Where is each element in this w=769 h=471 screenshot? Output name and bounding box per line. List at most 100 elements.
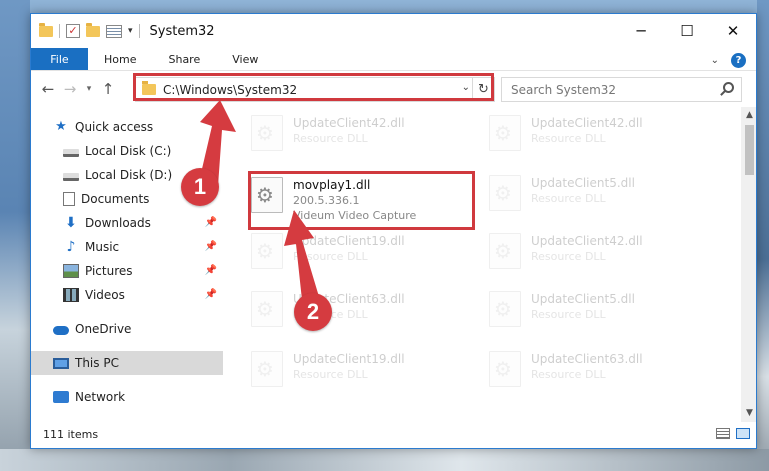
sidebar-item-label: Local Disk (D:) bbox=[85, 168, 173, 182]
file-item[interactable]: UpdateClient42.dll Resource DLL bbox=[251, 115, 405, 167]
desktop-background-right bbox=[757, 0, 769, 471]
file-type: Resource DLL bbox=[293, 250, 368, 263]
pin-icon[interactable]: 📌 bbox=[205, 289, 217, 300]
file-item-movplay1[interactable]: movplay1.dll 200.5.336.1 Videum Video Ca… bbox=[251, 177, 416, 229]
pin-icon[interactable]: 📌 bbox=[205, 265, 217, 276]
scrollbar-thumb[interactable] bbox=[745, 125, 754, 175]
sidebar-item-pictures[interactable]: Pictures 📌 bbox=[31, 259, 223, 283]
desktop-background-bottom bbox=[0, 449, 769, 471]
view-switcher bbox=[716, 428, 750, 439]
music-icon: ♪ bbox=[66, 239, 76, 255]
file-type: Resource DLL bbox=[293, 368, 368, 381]
search-placeholder: Search System32 bbox=[511, 82, 617, 97]
sidebar-item-onedrive[interactable]: OneDrive bbox=[31, 317, 223, 341]
file-item[interactable]: UpdateClient5.dll Resource DLL bbox=[489, 175, 635, 227]
chevron-down-icon[interactable]: ▾ bbox=[128, 26, 133, 36]
pin-icon[interactable]: 📌 bbox=[205, 145, 217, 156]
file-type: Resource DLL bbox=[531, 250, 606, 263]
close-button[interactable]: ✕ bbox=[710, 14, 756, 48]
disk-icon bbox=[63, 172, 79, 181]
step-badge-2: 2 bbox=[294, 293, 332, 331]
dll-file-icon bbox=[489, 233, 521, 269]
star-icon: ★ bbox=[55, 119, 67, 134]
new-folder-icon[interactable] bbox=[86, 22, 100, 37]
large-icons-view-icon[interactable] bbox=[736, 428, 750, 439]
sidebar-item-label: Downloads bbox=[85, 216, 151, 230]
sidebar-item-label: Music bbox=[85, 240, 120, 254]
sidebar-item-label: Documents bbox=[81, 192, 150, 206]
file-type: Resource DLL bbox=[531, 368, 606, 381]
vertical-scrollbar[interactable]: ▲ ▼ bbox=[741, 107, 756, 422]
file-name: movplay1.dll bbox=[293, 178, 371, 192]
file-type: Resource DLL bbox=[531, 192, 606, 205]
pin-icon[interactable]: 📌 bbox=[205, 217, 217, 228]
file-name: UpdateClient5.dll bbox=[531, 292, 635, 306]
dll-file-icon bbox=[489, 351, 521, 387]
file-name: UpdateClient63.dll bbox=[531, 352, 643, 366]
file-item[interactable]: UpdateClient63.dll Resource DLL bbox=[489, 351, 643, 403]
file-name: UpdateClient5.dll bbox=[531, 176, 635, 190]
back-arrow-icon[interactable]: ← bbox=[37, 80, 59, 98]
window-title: System32 bbox=[149, 23, 215, 39]
sidebar-item-downloads[interactable]: ⬇ Downloads 📌 bbox=[31, 211, 223, 235]
up-arrow-icon[interactable]: ↑ bbox=[97, 80, 119, 98]
file-version: 200.5.336.1 bbox=[293, 194, 360, 207]
videos-icon bbox=[63, 288, 79, 302]
tab-home[interactable]: Home bbox=[88, 48, 152, 70]
disk-icon bbox=[63, 148, 79, 157]
refresh-icon[interactable]: ↻ bbox=[472, 78, 494, 101]
network-icon bbox=[53, 391, 69, 403]
navigation-pane: ★ Quick access Local Disk (C:) 📌 Local D… bbox=[31, 107, 223, 422]
dll-file-icon bbox=[489, 115, 521, 151]
file-name: UpdateClient19.dll bbox=[293, 352, 405, 366]
file-item[interactable]: UpdateClient19.dll Resource DLL bbox=[251, 351, 405, 403]
forward-arrow-icon[interactable]: → bbox=[59, 80, 81, 98]
explorer-window: ✓ ▾ System32 ─ ☐ ✕ File Home Share View … bbox=[30, 13, 757, 449]
sidebar-item-label: This PC bbox=[75, 356, 119, 370]
properties-check-icon[interactable]: ✓ bbox=[66, 24, 80, 38]
sidebar-item-network[interactable]: Network bbox=[31, 385, 223, 409]
customize-icon[interactable] bbox=[106, 24, 122, 38]
items-count: 111 items bbox=[43, 427, 99, 441]
downloads-icon: ⬇ bbox=[65, 215, 77, 231]
help-icon[interactable]: ? bbox=[731, 52, 746, 68]
tab-file[interactable]: File bbox=[31, 48, 88, 70]
search-input[interactable]: Search System32 bbox=[501, 77, 742, 102]
maximize-button[interactable]: ☐ bbox=[664, 14, 710, 48]
sidebar-item-label: Pictures bbox=[85, 264, 133, 278]
tab-view[interactable]: View bbox=[216, 48, 274, 70]
minimize-button[interactable]: ─ bbox=[618, 14, 664, 48]
dll-file-icon bbox=[489, 291, 521, 327]
file-name: UpdateClient42.dll bbox=[293, 116, 405, 130]
file-item[interactable]: UpdateClient42.dll Resource DLL bbox=[489, 233, 643, 285]
sidebar-item-music[interactable]: ♪ Music 📌 bbox=[31, 235, 223, 259]
expand-ribbon-icon[interactable]: ⌄ bbox=[711, 55, 719, 66]
sidebar-item-label: Network bbox=[75, 390, 126, 404]
sidebar-item-this-pc[interactable]: This PC bbox=[31, 351, 223, 375]
file-name: UpdateClient19.dll bbox=[293, 234, 405, 248]
address-bar[interactable]: C:\Windows\System32 ⌄ ↻ bbox=[135, 77, 495, 102]
file-type: Resource DLL bbox=[531, 132, 606, 145]
sidebar-item-label: Local Disk (C:) bbox=[85, 144, 172, 158]
ribbon-tabs: File Home Share View ⌄ ? bbox=[31, 48, 756, 71]
file-item[interactable]: UpdateClient5.dll Resource DLL bbox=[489, 291, 635, 343]
window-controls: ─ ☐ ✕ bbox=[618, 14, 756, 48]
desktop-background-left bbox=[0, 0, 30, 471]
address-dropdown-icon[interactable]: ⌄ bbox=[462, 82, 470, 93]
dll-file-icon bbox=[251, 291, 283, 327]
dll-file-icon bbox=[251, 115, 283, 151]
details-view-icon[interactable] bbox=[716, 428, 730, 439]
sidebar-item-local-disk-c[interactable]: Local Disk (C:) 📌 bbox=[31, 139, 223, 163]
main-area: ★ Quick access Local Disk (C:) 📌 Local D… bbox=[31, 107, 756, 422]
pin-icon[interactable]: 📌 bbox=[205, 241, 217, 252]
scroll-up-icon[interactable]: ▲ bbox=[741, 107, 756, 124]
file-item[interactable]: UpdateClient19.dll Resource DLL bbox=[251, 233, 405, 285]
recent-locations-icon[interactable]: ▾ bbox=[81, 84, 97, 94]
sidebar-item-label: OneDrive bbox=[75, 322, 132, 336]
search-icon[interactable] bbox=[723, 82, 734, 93]
file-item[interactable]: UpdateClient42.dll Resource DLL bbox=[489, 115, 643, 167]
tab-share[interactable]: Share bbox=[152, 48, 216, 70]
sidebar-item-quick-access[interactable]: ★ Quick access bbox=[31, 115, 223, 139]
sidebar-item-videos[interactable]: Videos 📌 bbox=[31, 283, 223, 307]
address-path[interactable]: C:\Windows\System32 bbox=[163, 83, 297, 97]
